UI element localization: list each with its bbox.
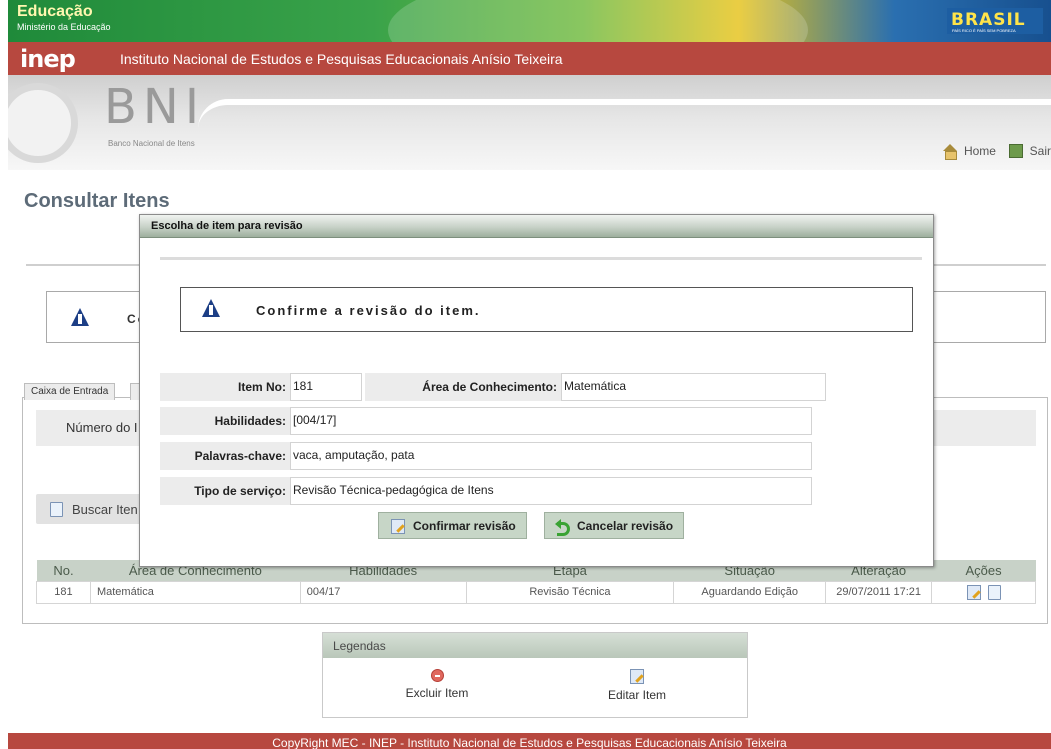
tipo-servico-label: Tipo de serviço: <box>160 477 290 505</box>
gov-bar: Educação Ministério da Educação BRASIL P… <box>8 0 1051 42</box>
delete-icon <box>430 669 444 682</box>
palavras-chave-label: Palavras-chave: <box>160 442 290 470</box>
tipo-servico-field: Revisão Técnica-pedagógica de Itens <box>290 477 812 505</box>
cell-hab: 004/17 <box>299 580 467 604</box>
cell-actions <box>931 580 1036 604</box>
brasil-logo: BRASIL PAÍS RICO É PAÍS SEM POBREZA <box>947 8 1043 34</box>
confirm-review-button[interactable]: Confirmar revisão <box>378 512 527 539</box>
palavras-chave-field: vaca, amputação, pata <box>290 442 812 470</box>
page-title: Consultar Itens <box>24 190 170 212</box>
area-field: Matemática <box>561 373 826 401</box>
col-header-acoes: Ações <box>931 560 1036 581</box>
bni-logo: BNI <box>104 79 205 135</box>
bni-subtitle: Banco Nacional de Itens <box>108 139 195 148</box>
area-label: Área de Conhecimento: <box>365 373 561 401</box>
col-header-no[interactable]: No. <box>36 560 91 581</box>
cancel-review-label: Cancelar revisão <box>577 519 674 533</box>
gov-title: Educação <box>17 3 93 20</box>
modal-message-box: Confirme a revisão do item. <box>180 287 913 332</box>
cancel-review-button[interactable]: Cancelar revisão <box>544 512 685 539</box>
review-modal: Escolha de item para revisão Confirme a … <box>139 214 934 567</box>
search-items-button[interactable]: Buscar Iten <box>36 494 146 524</box>
item-no-label: Item No: <box>160 373 290 401</box>
modal-divider <box>160 257 922 260</box>
inep-bar: inep Instituto Nacional de Estudos e Pes… <box>8 42 1051 75</box>
undo-icon <box>555 518 570 536</box>
legend-delete: Excluir Item <box>377 669 497 700</box>
confirm-review-label: Confirmar revisão <box>413 519 516 533</box>
modal-title[interactable]: Escolha de item para revisão <box>140 215 933 238</box>
legend-box: Legendas Excluir Item Editar Item <box>322 632 748 718</box>
edit-icon <box>630 669 644 684</box>
legend-title: Legendas <box>323 633 747 658</box>
exit-link[interactable]: Sair <box>1030 144 1051 158</box>
cell-area: Matemática <box>89 580 301 604</box>
search-items-label: Buscar Iten <box>72 502 138 517</box>
header-links: Home Sair <box>942 143 1051 160</box>
gov-subtitle: Ministério da Educação <box>17 22 111 32</box>
alert-icon <box>71 308 89 326</box>
decorative-circle <box>8 83 78 163</box>
legend-delete-label: Excluir Item <box>405 686 469 700</box>
bni-header: BNI Banco Nacional de Itens Home Sair <box>8 75 1051 170</box>
inep-name: Instituto Nacional de Estudos e Pesquisa… <box>120 51 563 67</box>
cell-no: 181 <box>36 580 91 604</box>
filter-label: Número do I <box>66 420 138 435</box>
brasil-word: BRASIL <box>951 10 1026 30</box>
tab-inbox[interactable]: Caixa de Entrada <box>24 383 116 400</box>
decorative-wave <box>388 0 808 42</box>
home-icon[interactable] <box>942 143 958 160</box>
decorative-swoosh <box>198 99 1051 129</box>
document-icon <box>50 502 63 517</box>
cell-alteracao: 29/07/2011 17:21 <box>825 580 933 604</box>
footer: CopyRight MEC - INEP - Instituto Naciona… <box>8 733 1051 749</box>
habilidades-label: Habilidades: <box>160 407 290 435</box>
habilidades-field: [004/17] <box>290 407 812 435</box>
home-link[interactable]: Home <box>964 144 996 158</box>
modal-message: Confirme a revisão do item. <box>256 303 481 318</box>
exit-icon[interactable] <box>1009 143 1024 158</box>
inep-logo: inep <box>20 45 76 73</box>
cell-situacao: Aguardando Edição <box>673 580 827 604</box>
legend-edit-label: Editar Item <box>607 688 667 702</box>
edit-icon <box>391 519 405 535</box>
brasil-tagline: PAÍS RICO É PAÍS SEM POBREZA <box>952 28 1016 33</box>
cell-etapa: Revisão Técnica <box>465 580 675 604</box>
table-row: 181 Matemática 004/17 Revisão Técnica Ag… <box>36 580 1036 604</box>
legend-edit: Editar Item <box>577 669 697 702</box>
view-document-icon[interactable] <box>987 584 1001 600</box>
alert-icon <box>202 299 220 317</box>
item-no-field: 181 <box>290 373 362 401</box>
edit-icon[interactable] <box>966 584 981 600</box>
